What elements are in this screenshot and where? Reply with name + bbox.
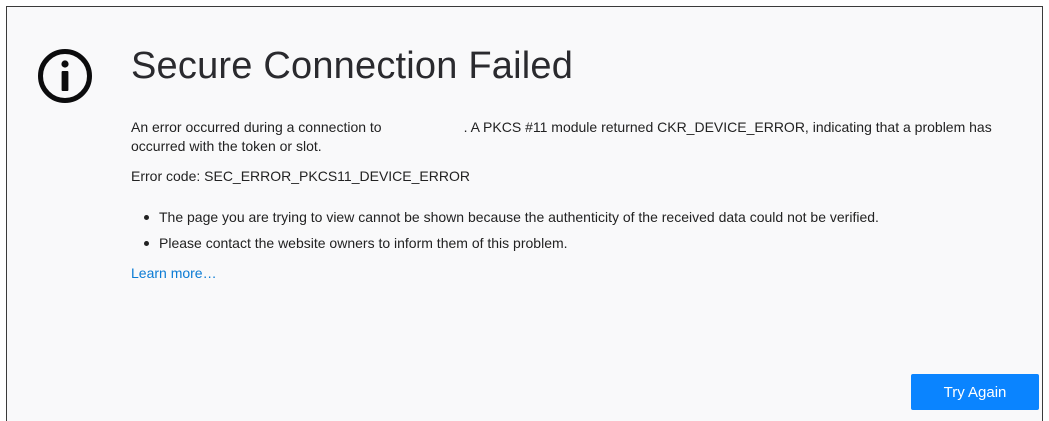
bullet-icon [144, 215, 149, 220]
error-code: Error code: SEC_ERROR_PKCS11_DEVICE_ERRO… [131, 168, 470, 184]
bullet-icon [144, 241, 149, 246]
error-reasons-list: The page you are trying to view cannot b… [131, 208, 1037, 253]
list-item-text: Please contact the website owners to inf… [159, 235, 568, 251]
description-text-start: An error occurred during a connection to [131, 119, 382, 135]
page-title: Secure Connection Failed [131, 45, 574, 87]
error-details: An error occurred during a connection to… [131, 118, 1037, 283]
learn-more-link[interactable]: Learn more… [131, 264, 217, 283]
try-again-button[interactable]: Try Again [911, 374, 1039, 410]
info-circle-icon [38, 49, 92, 103]
error-description: An error occurred during a connection to… [131, 118, 1037, 156]
list-item-text: The page you are trying to view cannot b… [159, 209, 879, 225]
list-item: The page you are trying to view cannot b… [131, 208, 1037, 227]
list-item: Please contact the website owners to inf… [131, 234, 1037, 253]
error-page: Secure Connection Failed An error occurr… [6, 6, 1043, 421]
